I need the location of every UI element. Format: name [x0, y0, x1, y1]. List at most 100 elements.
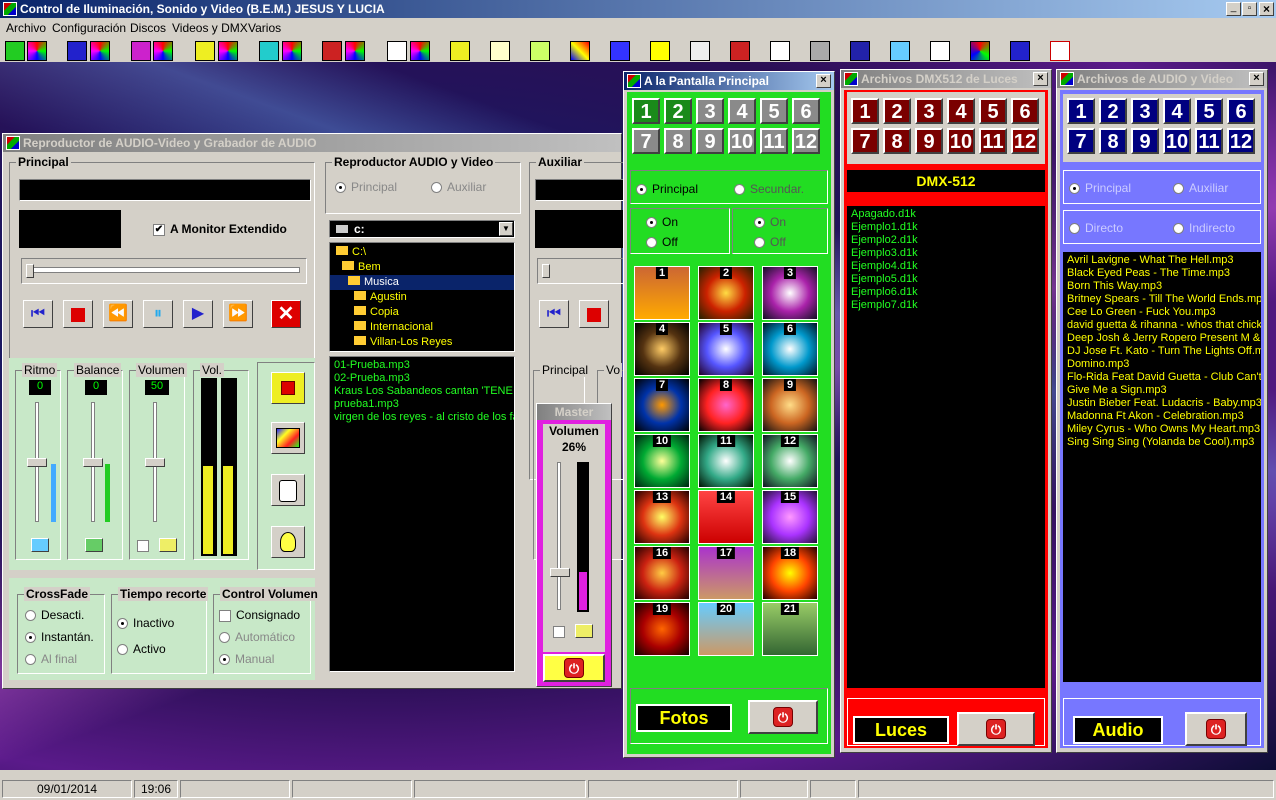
toolbar-image-icon[interactable]: [153, 41, 173, 61]
toolbar-monitor-icon[interactable]: [850, 41, 870, 61]
monitor-extendido[interactable]: ✔ A Monitor Extendido: [153, 222, 287, 236]
dmx-button-4[interactable]: 4: [947, 98, 975, 124]
audio-button-3[interactable]: 3: [1131, 98, 1159, 124]
luces-power-button[interactable]: ⏻: [957, 712, 1035, 746]
pantalla-button-10[interactable]: 10: [728, 128, 756, 154]
repro-auxiliar-radio[interactable]: Auxiliar: [431, 180, 486, 194]
toolbar-panel-icon[interactable]: [610, 41, 630, 61]
toolbar-white-doc-icon[interactable]: [387, 41, 407, 61]
aux-stop-button[interactable]: [579, 300, 609, 328]
photo-thumbnail[interactable]: 6: [762, 322, 818, 376]
audio-button-2[interactable]: 2: [1099, 98, 1127, 124]
dmx-button-7[interactable]: 7: [851, 128, 879, 154]
audio-close-icon[interactable]: ×: [1249, 72, 1264, 86]
list-item[interactable]: david guetta & rihanna - whos that chick…: [1067, 319, 1261, 332]
balance-reset-icon[interactable]: [85, 538, 103, 552]
photo-thumbnail[interactable]: 16: [634, 546, 690, 600]
audio-button-5[interactable]: 5: [1195, 98, 1223, 124]
volumen-reset-icon[interactable]: [159, 538, 177, 552]
folder-item-selected[interactable]: Musica: [330, 275, 514, 290]
list-item[interactable]: Give Me a Sign.mp3: [1067, 384, 1257, 397]
drive-select[interactable]: c: ▼: [329, 220, 515, 238]
dmx-button-6[interactable]: 6: [1011, 98, 1039, 124]
principal-seek-slider[interactable]: [21, 258, 307, 284]
pantalla-button-5[interactable]: 5: [760, 98, 788, 124]
list-item[interactable]: DJ Jose Ft. Kato - Turn The Lights Off.m…: [1067, 345, 1261, 358]
list-item[interactable]: Ejemplo6.d1k: [851, 286, 1041, 299]
toolbar-bulb-icon[interactable]: [490, 41, 510, 61]
toolbar-image-icon[interactable]: [345, 41, 365, 61]
audio-button-12[interactable]: 12: [1227, 128, 1255, 154]
toolbar-cam-icon[interactable]: [810, 41, 830, 61]
dmx-file-list[interactable]: Apagado.d1k Ejemplo1.d1k Ejemplo2.d1k Ej…: [847, 206, 1045, 688]
list-item[interactable]: Sing Sing Sing (Yolanda be Cool).mp3: [1067, 436, 1257, 449]
pantalla-button-6[interactable]: 6: [792, 98, 820, 124]
list-item[interactable]: virgen de los reyes - al cristo de los f…: [334, 411, 514, 424]
ritmo-knob[interactable]: [27, 458, 47, 467]
list-item[interactable]: prueba1.mp3: [334, 398, 510, 411]
volumen-knob[interactable]: [145, 458, 165, 467]
list-item[interactable]: Ejemplo4.d1k: [851, 260, 1041, 273]
photo-thumbnail[interactable]: 18: [762, 546, 818, 600]
pantalla-button-9[interactable]: 9: [696, 128, 724, 154]
chevron-down-icon[interactable]: ▼: [499, 222, 513, 236]
toolbar-square-icon[interactable]: [530, 41, 550, 61]
automatico-radio[interactable]: Automático: [219, 630, 295, 644]
balance-knob[interactable]: [83, 458, 103, 467]
master-checkbox[interactable]: [553, 626, 565, 638]
toolbar-magenta-doc-icon[interactable]: [131, 41, 151, 61]
toolbar-image-icon[interactable]: [282, 41, 302, 61]
photo-thumbnail[interactable]: 12: [762, 434, 818, 488]
audio-principal-radio[interactable]: Principal: [1069, 181, 1131, 195]
pantalla-secundar-radio[interactable]: Secundar.: [734, 182, 804, 196]
stop-button[interactable]: [63, 300, 93, 328]
toolbar-image-icon[interactable]: [90, 41, 110, 61]
folder-item[interactable]: Agustin: [330, 290, 514, 305]
screen-button[interactable]: [271, 422, 305, 454]
toolbar-image-icon[interactable]: [27, 41, 47, 61]
folder-tree[interactable]: C:\ Bem Musica Agustin Copia Internacion…: [329, 242, 515, 352]
toolbar-hand-icon[interactable]: [930, 41, 950, 61]
crossfade-instantan-radio[interactable]: Instantán.: [25, 630, 94, 644]
dmx-button-1[interactable]: 1: [851, 98, 879, 124]
prev-button[interactable]: ⏮: [23, 300, 53, 328]
rewind-button[interactable]: ⏪: [103, 300, 133, 328]
photo-thumbnail[interactable]: 14: [698, 490, 754, 544]
master-power-button[interactable]: ⏻: [543, 654, 605, 682]
photo-thumbnail[interactable]: 17: [698, 546, 754, 600]
list-item[interactable]: Apagado.d1k: [851, 208, 1041, 221]
dmx-button-3[interactable]: 3: [915, 98, 943, 124]
dmx-button-12[interactable]: 12: [1011, 128, 1039, 154]
audio-indirecto-radio[interactable]: Indirecto: [1173, 221, 1235, 235]
pantalla-off-radio-2[interactable]: Off: [754, 235, 786, 249]
seek-knob[interactable]: [26, 264, 34, 278]
toolbar-device-icon[interactable]: [650, 41, 670, 61]
list-item[interactable]: Deep Josh & Jerry Ropero Present M & M: [1067, 332, 1261, 345]
list-item[interactable]: Ejemplo7.d1k: [851, 299, 1041, 312]
list-item[interactable]: Justin Bieber Feat. Ludacris - Baby.mp3: [1067, 397, 1261, 410]
minimize-button[interactable]: _: [1226, 2, 1241, 16]
photo-thumbnail[interactable]: 13: [634, 490, 690, 544]
list-item[interactable]: Ejemplo1.d1k: [851, 221, 1041, 234]
list-item[interactable]: Cee Lo Green - Fuck You.mp3: [1067, 306, 1257, 319]
menu-discos[interactable]: Discos: [130, 18, 166, 38]
toolbar-m-icon[interactable]: [770, 41, 790, 61]
pantalla-close-icon[interactable]: ×: [816, 74, 831, 88]
list-item[interactable]: Domino.mp3: [1067, 358, 1257, 371]
dmx-button-8[interactable]: 8: [883, 128, 911, 154]
maximize-button[interactable]: ▫: [1242, 2, 1257, 16]
pantalla-button-8[interactable]: 8: [664, 128, 692, 154]
menu-archivo[interactable]: Archivo: [6, 18, 46, 38]
audio-power-button[interactable]: ⏻: [1185, 712, 1247, 746]
pantalla-off-radio-1[interactable]: Off: [646, 235, 678, 249]
master-reset-icon[interactable]: [575, 624, 593, 638]
toolbar-screen-icon[interactable]: [890, 41, 910, 61]
dmx-button-2[interactable]: 2: [883, 98, 911, 124]
folder-item[interactable]: Villan-Los Reyes: [330, 335, 514, 350]
audio-button-1[interactable]: 1: [1067, 98, 1095, 124]
folder-item[interactable]: C:\: [330, 245, 514, 260]
folder-item[interactable]: Bem: [330, 260, 514, 275]
toolbar-image-icon[interactable]: [218, 41, 238, 61]
toolbar-dmx-icon[interactable]: [690, 41, 710, 61]
folder-item[interactable]: Internacional: [330, 320, 514, 335]
